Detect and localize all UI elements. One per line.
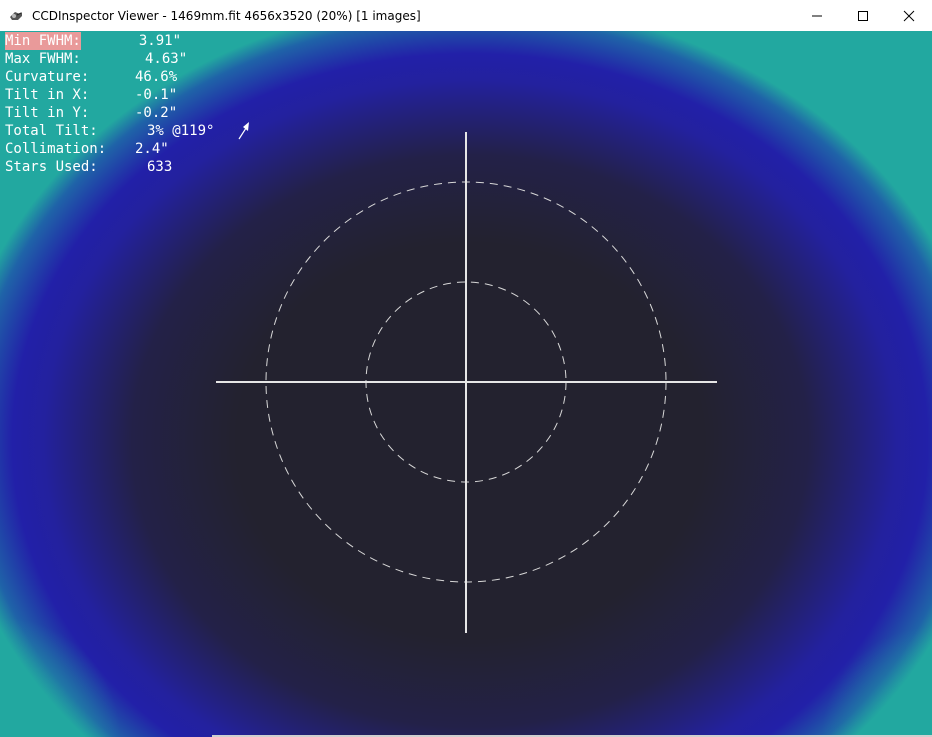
caption-buttons (794, 0, 932, 31)
stat-value: 3.91" (138, 33, 182, 49)
maximize-icon (858, 10, 868, 21)
stat-collimation: Collimation: 2.4" (5, 140, 214, 158)
stat-value: -0.2" (135, 105, 178, 121)
image-viewport[interactable]: Min FWHM: 3.91" Max FWHM: 4.63" Curvature:… (0, 31, 932, 737)
minimize-icon (812, 15, 822, 16)
close-icon (903, 10, 915, 21)
close-button[interactable] (886, 0, 932, 31)
stat-label: Max FWHM: (5, 51, 81, 67)
stat-label: Collimation: (5, 141, 107, 157)
statistics-panel: Min FWHM: 3.91" Max FWHM: 4.63" Curvature:… (5, 32, 214, 176)
stat-label: Tilt in Y: (5, 105, 90, 121)
stat-label: Stars Used: (5, 159, 98, 175)
stat-min-fwhm: Min FWHM: 3.91" (5, 32, 214, 50)
stat-label: Curvature: (5, 69, 90, 85)
stat-value: 633 (147, 159, 173, 175)
title-bar[interactable]: CCDInspector Viewer - 1469mm.fit 4656x35… (0, 0, 932, 31)
stat-stars-used: Stars Used: 633 (5, 158, 214, 176)
maximize-button[interactable] (840, 0, 886, 31)
stat-total-tilt: Total Tilt: 3% @119° (5, 122, 214, 140)
stat-value: 2.4" (135, 141, 169, 157)
window-title: CCDInspector Viewer - 1469mm.fit 4656x35… (32, 8, 421, 23)
stat-tilt-y: Tilt in Y: -0.2" (5, 104, 214, 122)
ccdinspector-window: CCDInspector Viewer - 1469mm.fit 4656x35… (0, 0, 932, 737)
tilt-direction-arrow-icon (238, 122, 249, 140)
stat-label: Tilt in X: (5, 87, 90, 103)
stat-max-fwhm: Max FWHM: 4.63" (5, 50, 214, 68)
stat-value: 46.6% (135, 69, 178, 85)
stat-tilt-x: Tilt in X: -0.1" (5, 86, 214, 104)
stat-label: Min FWHM: (5, 32, 81, 50)
stat-value: 3% @119° (147, 123, 215, 139)
stat-value: 4.63" (145, 51, 188, 67)
ccdinspector-app-icon (10, 11, 22, 20)
stat-label: Total Tilt: (5, 123, 98, 139)
stat-value: -0.1" (135, 87, 178, 103)
minimize-button[interactable] (794, 0, 840, 31)
stat-curvature: Curvature: 46.6% (5, 68, 214, 86)
